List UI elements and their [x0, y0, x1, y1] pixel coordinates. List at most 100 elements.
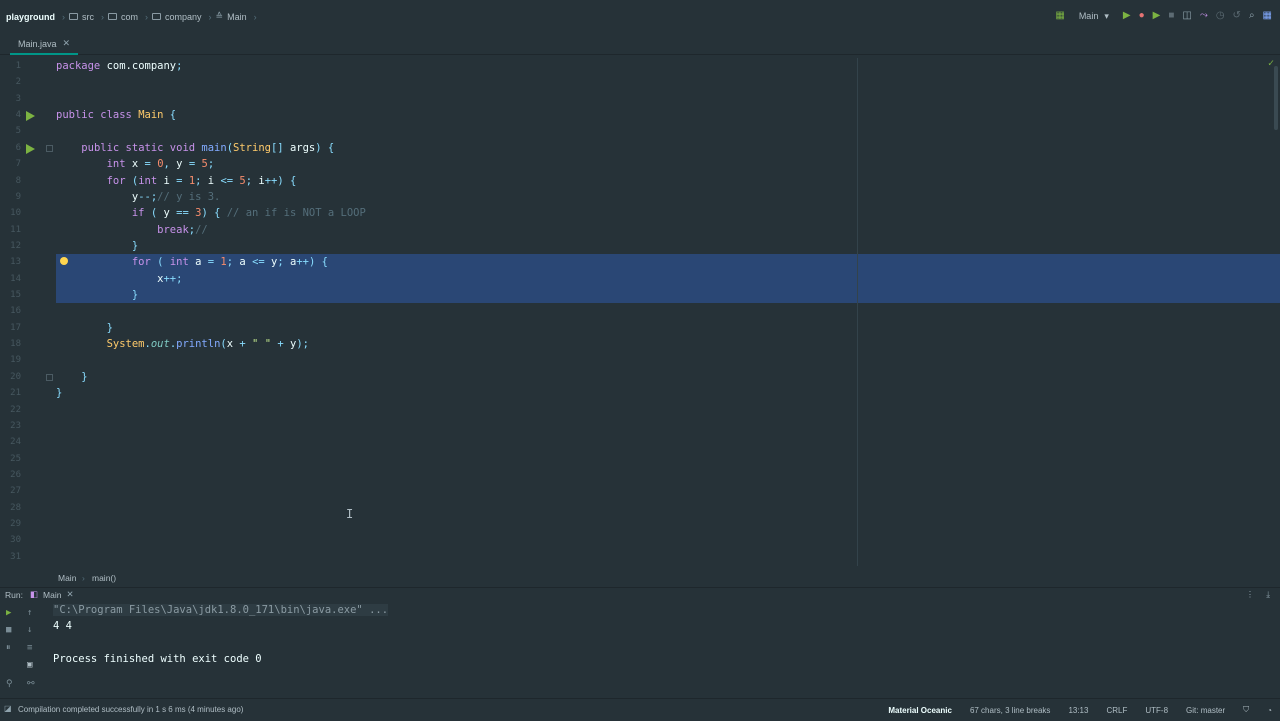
run-console[interactable]: ▶ ↑ ■ ↓ ⏸ ≡ ▣ ⚲ ⚯ "C:\Program Files\Java…: [0, 602, 1280, 696]
theme-indicator[interactable]: Material Oceanic: [888, 706, 952, 715]
code-line[interactable]: 27: [0, 483, 1270, 499]
code-token: ;: [226, 256, 240, 269]
code-line[interactable]: 24: [0, 434, 1270, 450]
mouse-cursor-icon: I: [346, 507, 354, 521]
breadcrumb-com[interactable]: com ›: [108, 12, 148, 22]
code-line[interactable]: 11 break;//: [0, 222, 1270, 238]
tab-main-java[interactable]: Main.java ✕: [10, 34, 79, 55]
settings-icon[interactable]: ⋮: [1246, 589, 1255, 600]
minimize-icon[interactable]: ⤓: [1266, 589, 1270, 600]
caret-position[interactable]: 13:13: [1068, 706, 1088, 715]
code-line[interactable]: 23: [0, 418, 1270, 434]
code-line[interactable]: 16: [0, 303, 1270, 319]
build-icon[interactable]: ▦: [1055, 9, 1064, 23]
run-class-icon[interactable]: [26, 111, 35, 121]
history-icon[interactable]: ◷: [1216, 9, 1225, 23]
print-icon[interactable]: ▣: [27, 660, 32, 670]
code-line[interactable]: 5: [0, 123, 1270, 139]
soft-wrap-icon[interactable]: ≡: [27, 643, 32, 653]
revert-icon[interactable]: ↺: [1233, 9, 1241, 23]
code-line[interactable]: 4 public class Main {: [0, 107, 1270, 123]
search-icon[interactable]: ⌕: [1249, 9, 1255, 23]
fold-icon[interactable]: [46, 374, 53, 381]
code-line[interactable]: 8 for (int i = 1; i <= 5; i++) {: [0, 173, 1270, 189]
code-text: x++;: [56, 271, 182, 287]
code-line[interactable]: 10 if ( y == 3) { // an if is NOT a LOOP: [0, 205, 1270, 221]
code-line[interactable]: 9 y--;// y is 3.: [0, 189, 1270, 205]
run-configuration-select[interactable]: Main ▾: [1079, 11, 1109, 22]
scroll-down-icon[interactable]: ↓: [27, 625, 32, 635]
code-line[interactable]: 28: [0, 500, 1270, 516]
code-line[interactable]: 19: [0, 352, 1270, 368]
code-editor[interactable]: 1 package com.company; 2 3 4 public class Mai…: [0, 58, 1280, 566]
close-icon[interactable]: ✕: [66, 589, 73, 600]
run-method-icon[interactable]: [26, 144, 35, 154]
code-token: ;: [207, 158, 215, 171]
run-icon[interactable]: ▶: [1123, 9, 1131, 23]
code-line[interactable]: 12 }: [0, 238, 1270, 254]
fold-icon[interactable]: [46, 145, 53, 152]
line-number: 31: [10, 551, 21, 562]
code-line[interactable]: 30: [0, 532, 1270, 548]
code-line[interactable]: 18 System.out.println(x + " " + y);: [0, 336, 1270, 352]
stop-icon[interactable]: ■: [1168, 9, 1174, 23]
lightbulb-icon[interactable]: [60, 257, 68, 265]
code-token: x: [131, 158, 145, 171]
file-encoding[interactable]: UTF-8: [1145, 706, 1168, 715]
debug-icon[interactable]: ●: [1139, 9, 1145, 23]
link-icon[interactable]: ⚯: [27, 679, 35, 689]
pin-icon[interactable]: ⚲: [6, 679, 13, 689]
editor-scrollbar[interactable]: [1274, 66, 1278, 130]
vcs-icon[interactable]: ⤳: [1200, 9, 1208, 23]
line-number: 30: [10, 535, 21, 546]
code-line[interactable]: 3: [0, 91, 1270, 107]
code-line[interactable]: 25: [0, 451, 1270, 467]
code-line[interactable]: 13 for ( int a = 1; a <= y; a++) {: [0, 254, 1270, 270]
code-line[interactable]: 2: [0, 74, 1270, 90]
breadcrumb-src[interactable]: src ›: [69, 12, 104, 22]
breadcrumb-company[interactable]: company ›: [152, 12, 212, 22]
stop-icon[interactable]: ■: [6, 625, 11, 635]
code-token: );: [296, 338, 309, 351]
code-line[interactable]: 29: [0, 516, 1270, 532]
scroll-up-icon[interactable]: ↑: [27, 608, 32, 618]
git-branch[interactable]: Git: master: [1186, 706, 1225, 715]
rerun-icon[interactable]: ▶: [6, 608, 11, 618]
lock-icon[interactable]: ⛉: [1243, 705, 1249, 715]
close-icon[interactable]: ✕: [63, 38, 71, 49]
code-line[interactable]: 14 x++;: [0, 271, 1270, 287]
line-number: 26: [10, 470, 21, 480]
event-log-icon[interactable]: ◪: [4, 704, 12, 713]
code-line[interactable]: 20 }: [0, 369, 1270, 385]
code-line[interactable]: 15 }: [0, 287, 1270, 303]
code-line[interactable]: 17 }: [0, 320, 1270, 336]
coverage-icon[interactable]: ▶: [1153, 9, 1161, 23]
breadcrumb: playground › src › com › company › ≙ Main ›: [6, 11, 257, 22]
code-token: y: [56, 190, 139, 203]
run-tab-main[interactable]: ◧ Main ✕: [30, 589, 74, 600]
code-line[interactable]: 7 int x = 0, y = 5;: [0, 156, 1270, 172]
code-text: if ( y == 3) { // an if is NOT a LOOP: [56, 205, 366, 221]
code-line[interactable]: 26: [0, 467, 1270, 483]
code-token: =: [188, 158, 202, 171]
code-token: //: [195, 223, 208, 236]
crumb-method[interactable]: main(): [92, 573, 116, 583]
code-line[interactable]: 6 public static void main(String[] args)…: [0, 140, 1270, 156]
pause-icon[interactable]: ⏸: [6, 643, 11, 653]
notifications-icon[interactable]: ◔: [1267, 706, 1272, 715]
status-message[interactable]: Compilation completed successfully in 1 …: [18, 705, 243, 714]
line-separator[interactable]: CRLF: [1106, 706, 1127, 715]
code-token: a: [239, 256, 253, 269]
crumb-class[interactable]: Main: [58, 573, 76, 583]
layout-icon[interactable]: ▦: [1263, 9, 1272, 23]
breadcrumb-project[interactable]: playground ›: [6, 12, 65, 22]
code-line[interactable]: 22: [0, 402, 1270, 418]
code-line[interactable]: 31: [0, 549, 1270, 565]
code-token: <=: [252, 256, 272, 269]
code-line[interactable]: 1 package com.company;: [0, 58, 1270, 74]
breadcrumb-main[interactable]: ≙ Main ›: [216, 11, 257, 22]
project-structure-icon[interactable]: ◫: [1182, 9, 1191, 23]
code-line[interactable]: 21}: [0, 385, 1270, 401]
